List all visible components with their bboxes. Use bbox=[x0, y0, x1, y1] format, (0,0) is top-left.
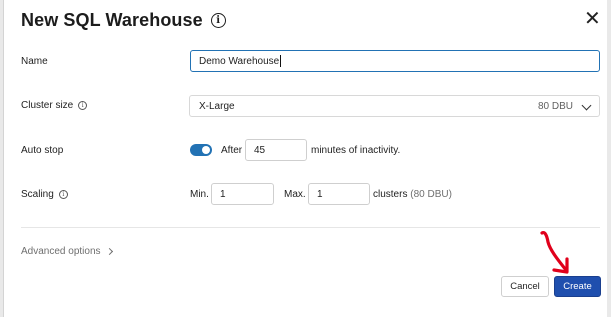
cluster-size-label-text: Cluster size bbox=[21, 100, 74, 111]
info-icon[interactable]: i bbox=[210, 13, 226, 28]
name-label: Name bbox=[21, 56, 48, 67]
new-sql-warehouse-dialog: New SQL Warehouse i ✕ Name Demo Warehous… bbox=[3, 0, 607, 317]
auto-stop-minutes-input[interactable]: 45 bbox=[245, 139, 307, 161]
auto-stop-label-text: Auto stop bbox=[21, 145, 64, 156]
info-icon[interactable]: i bbox=[78, 101, 88, 110]
scaling-max-input[interactable]: 1 bbox=[308, 183, 370, 205]
auto-stop-minutes-value: 45 bbox=[254, 144, 266, 156]
scaling-max-label: Max. bbox=[284, 189, 306, 200]
auto-stop-prefix: After bbox=[221, 145, 243, 156]
scaling-min-label: Min. bbox=[190, 189, 209, 200]
info-icon[interactable]: i bbox=[58, 190, 68, 199]
scaling-suffix: clusters (80 DBU) bbox=[373, 189, 452, 200]
auto-stop-label: Auto stop bbox=[21, 145, 63, 156]
advanced-options-label: Advanced options bbox=[21, 246, 101, 257]
scaling-dbu: (80 DBU) bbox=[410, 189, 452, 200]
annotation-arrow bbox=[540, 230, 569, 274]
advanced-options-link[interactable]: Advanced options bbox=[21, 246, 113, 257]
scaling-label-text: Scaling bbox=[21, 189, 54, 200]
scaling-max-value: 1 bbox=[317, 188, 323, 200]
name-input[interactable]: Demo Warehouse bbox=[190, 50, 600, 72]
chevron-down-icon bbox=[581, 100, 592, 111]
annotation-arrow-shaft bbox=[540, 230, 568, 272]
create-button[interactable]: Create bbox=[554, 276, 601, 297]
auto-stop-toggle[interactable] bbox=[190, 144, 212, 156]
dialog-title-text: New SQL Warehouse bbox=[21, 10, 203, 30]
auto-stop-suffix: minutes of inactivity. bbox=[311, 145, 401, 156]
cancel-button[interactable]: Cancel bbox=[501, 276, 549, 297]
name-label-text: Name bbox=[21, 56, 48, 67]
scaling-suffix-text: clusters bbox=[373, 189, 408, 200]
chevron-right-icon bbox=[105, 247, 113, 256]
dialog-title: New SQL Warehouse i bbox=[21, 10, 226, 31]
cluster-size-select[interactable]: X-Large 80 DBU bbox=[189, 95, 600, 117]
cluster-size-dbu: 80 DBU bbox=[537, 100, 573, 112]
name-input-value: Demo Warehouse bbox=[199, 55, 280, 67]
cluster-size-label: Cluster size i bbox=[21, 100, 88, 111]
close-icon[interactable]: ✕ bbox=[584, 9, 601, 29]
divider bbox=[21, 227, 600, 228]
cluster-size-value: X-Large bbox=[199, 100, 235, 112]
scaling-min-value: 1 bbox=[220, 188, 226, 200]
scaling-label: Scaling i bbox=[21, 189, 68, 200]
scaling-min-input[interactable]: 1 bbox=[211, 183, 274, 205]
text-cursor bbox=[280, 55, 282, 67]
